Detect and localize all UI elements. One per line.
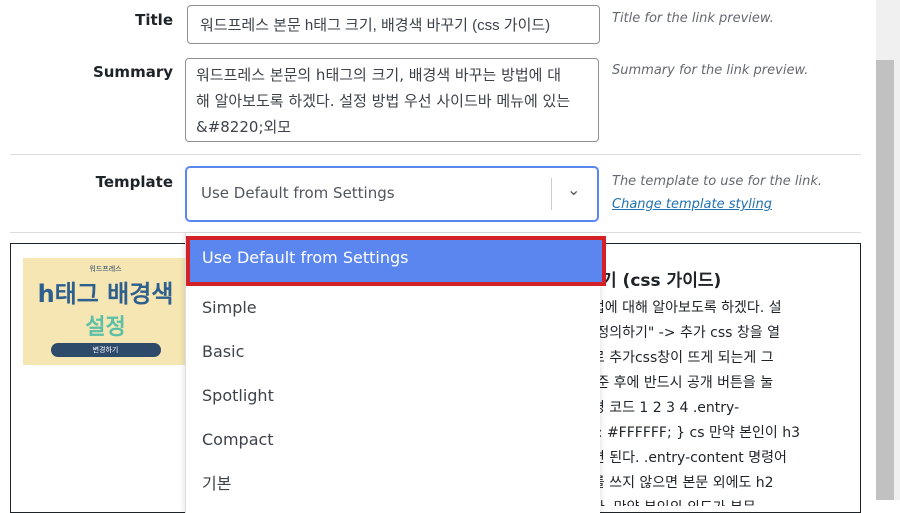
template-label: Template — [95, 173, 173, 191]
divider — [10, 154, 861, 155]
summary-help: Summary for the link preview. — [612, 63, 809, 78]
chevron-down-icon[interactable]: ⌄ — [567, 180, 580, 199]
option-use-default[interactable]: Use Default from Settings — [186, 236, 606, 286]
template-help: The template to use for the link. Change… — [612, 170, 822, 216]
summary-textarea[interactable]: 워드프레스 본문의 h태그의 크기, 배경색 바꾸는 방법에 대해 알아보도록 … — [185, 58, 599, 142]
preview-line: or : #FFFFFF; } cs 만약 본인이 h3 — [579, 425, 801, 441]
title-label: Title — [135, 11, 173, 29]
scrollbar-thumb[interactable] — [876, 60, 894, 500]
preview-line: 어를 쓰지 않으면 본문 외에도 h2 — [579, 475, 774, 491]
template-help-text: The template to use for the link. — [612, 174, 823, 189]
select-separator — [551, 178, 552, 210]
change-template-link[interactable]: Change template styling — [612, 197, 772, 212]
image-sub: 설정 — [85, 315, 126, 340]
template-dropdown: Use Default from Settings Simple Basic S… — [185, 233, 606, 513]
title-input[interactable] — [187, 5, 600, 44]
preview-summary: 방법에 대해 알아보도록 하겠다. 설 자 정의하기" -> 추가 css 창을… — [579, 296, 849, 506]
preview-line: 변경 코드 1 2 3 4 .entry- — [579, 400, 740, 416]
preview-line: 어 준 후에 반드시 공개 버튼을 눌 — [579, 375, 774, 391]
preview-line: 바로 추가css창이 뜨게 되는게 그 — [579, 350, 774, 366]
template-selected-value: Use Default from Settings — [201, 184, 395, 202]
preview-title: 기 (css 가이드) — [601, 271, 722, 291]
option-simple[interactable]: Simple — [186, 286, 600, 330]
template-select[interactable]: Use Default from Settings ⌄ — [185, 166, 599, 222]
image-badge: 변경하기 — [50, 343, 161, 357]
option-basic-korean[interactable]: 기본 — [186, 462, 600, 506]
preview-line: 된다. 만약 본인의 의도가 본문 — [579, 496, 849, 506]
summary-label: Summary — [92, 63, 173, 81]
title-help: Title for the link preview. — [612, 11, 774, 26]
option-spotlight[interactable]: Spotlight — [186, 374, 600, 418]
option-basic[interactable]: Basic — [186, 330, 600, 374]
image-title: h태그 배경색 — [37, 280, 174, 308]
preview-line: 주면 된다. .entry-content 명령어 — [579, 450, 787, 466]
preview-image: 워드프레스 h태그 배경색 설정 변경하기 — [23, 258, 188, 365]
image-small-text: 워드프레스 — [89, 265, 122, 273]
preview-line: 방법에 대해 알아보도록 하겠다. 설 — [579, 300, 782, 316]
preview-line: 자 정의하기" -> 추가 css 창을 열 — [579, 325, 781, 341]
option-compact[interactable]: Compact — [186, 418, 600, 462]
